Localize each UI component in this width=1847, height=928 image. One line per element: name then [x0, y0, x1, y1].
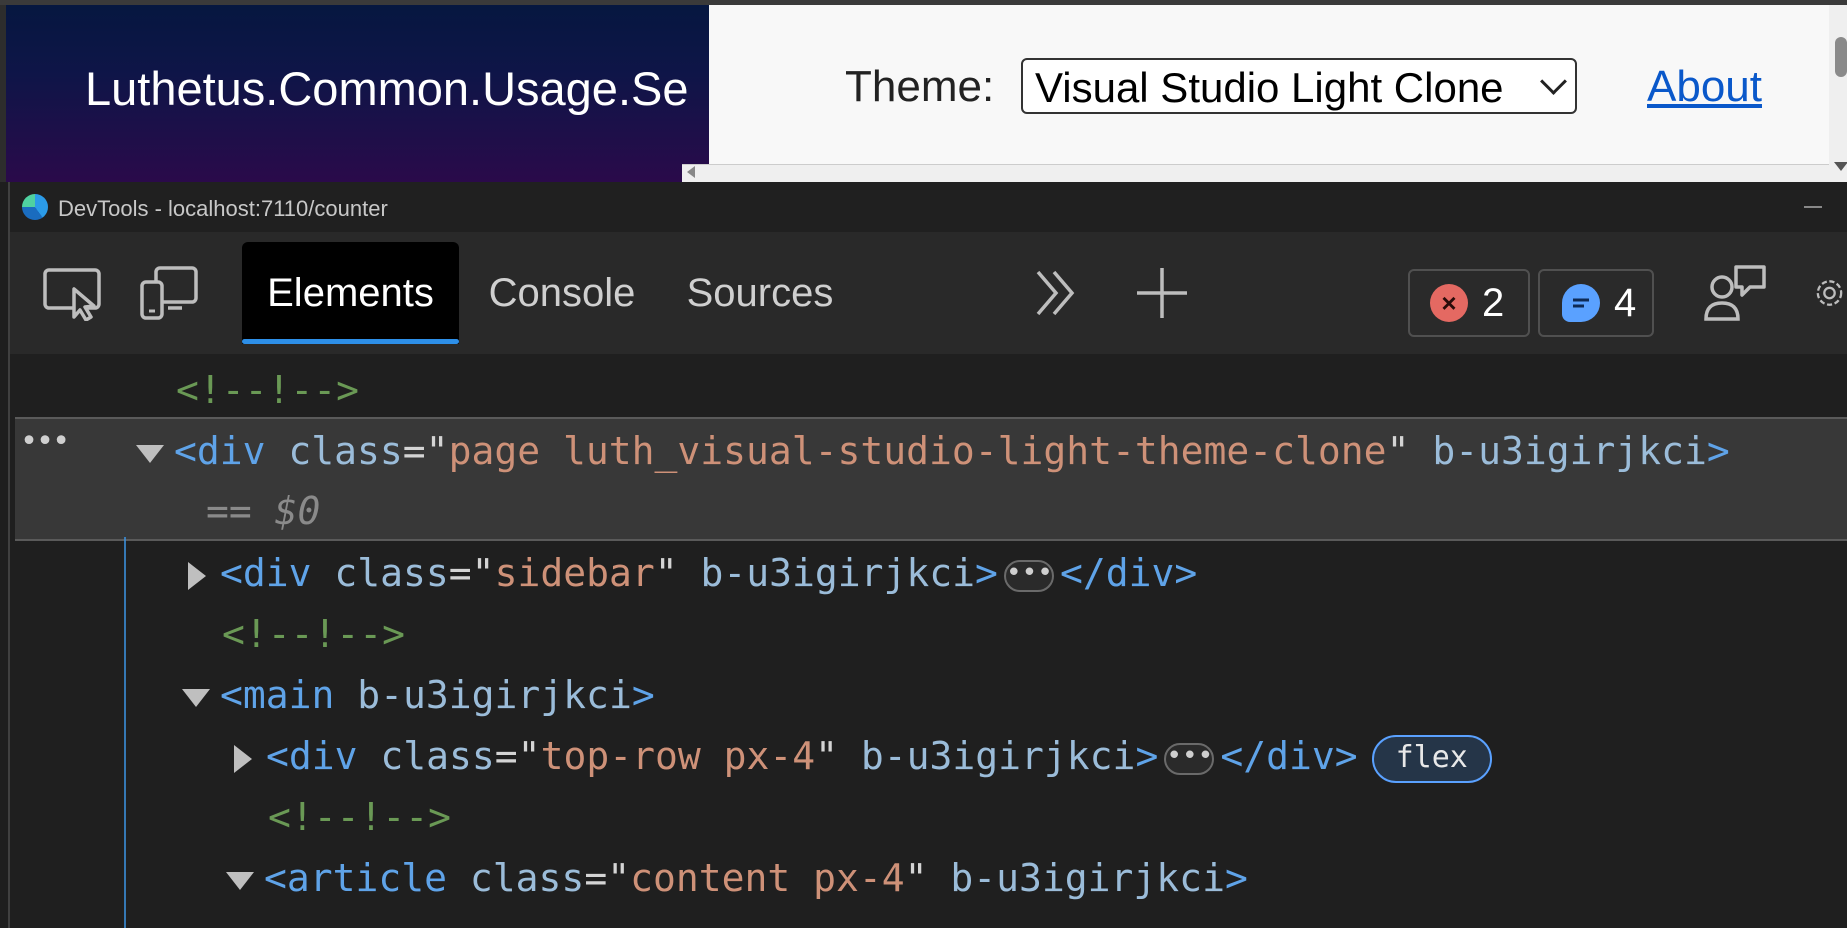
window-edge [0, 5, 6, 182]
comment-text: <!--!--> [268, 795, 452, 839]
attr-eq: =" [402, 429, 449, 473]
tab-console[interactable]: Console [472, 242, 652, 344]
collapse-arrow-icon[interactable] [136, 444, 164, 463]
more-options-icon[interactable]: ••• [20, 424, 70, 459]
attr-quote: " [654, 551, 678, 595]
tag-close-bracket: > [1135, 734, 1159, 778]
collapse-arrow-icon[interactable] [226, 871, 254, 890]
horizontal-scrollbar[interactable] [682, 164, 1829, 182]
scroll-left-arrow-icon[interactable] [687, 166, 695, 178]
tag-open: <div [266, 734, 358, 778]
expand-arrow-icon[interactable] [234, 744, 252, 773]
devtools-toolbar: Elements Console Sources × 2 4 [10, 232, 1847, 354]
about-link[interactable]: About [1647, 62, 1762, 112]
device-emulation-button[interactable] [134, 232, 204, 354]
tag-open: <main [220, 673, 335, 717]
attr-quote: " [904, 856, 928, 900]
tag-close: </div> [1220, 734, 1358, 778]
feedback-button[interactable] [1700, 232, 1770, 354]
more-tabs-button[interactable] [1026, 232, 1086, 354]
scrollbar-thumb[interactable] [1835, 37, 1847, 77]
scroll-down-arrow-icon[interactable] [1834, 162, 1847, 171]
edge-logo-icon [22, 194, 48, 220]
comment-text: <!--!--> [176, 368, 360, 412]
tree-node-main[interactable]: <main b-u3igirjkci> [182, 665, 655, 725]
attr-quote: " [815, 734, 838, 778]
attr-value: top-row px-4 [540, 734, 816, 778]
tag-close-bracket: > [975, 551, 998, 595]
tree-guide-line [124, 537, 126, 928]
app-top-row: Theme: Visual Studio Light Clone About [709, 5, 1829, 165]
comment-text: <!--!--> [222, 612, 406, 656]
tree-node-sidebar-div[interactable]: <div class="sidebar" b-u3igirjkci> ••• </d… [188, 543, 1197, 603]
tag-close: </div> [1059, 551, 1198, 595]
flex-badge[interactable]: flex [1371, 734, 1492, 783]
scope-attr: b-u3igirjkci [700, 551, 976, 595]
elements-tree: ••• <!--!--> <div class="page luth_visua… [10, 354, 1847, 928]
attr-value: content px-4 [630, 856, 905, 900]
errors-count: 2 [1482, 280, 1505, 325]
error-x-icon: × [1430, 284, 1468, 322]
app-sidebar: Luthetus.Common.Usage.Se [0, 5, 709, 182]
collapsed-children-button[interactable]: ••• [1164, 742, 1215, 775]
expand-arrow-icon[interactable] [188, 561, 206, 590]
tree-node-top-row-div[interactable]: <div class="top-row px-4" b-u3igirjkci> •… [234, 726, 1492, 786]
scope-attr: b-u3igirjkci [860, 734, 1136, 778]
theme-select-value: Visual Studio Light Clone [1035, 64, 1504, 111]
attr-eq: =" [494, 734, 541, 778]
collapsed-children-button[interactable]: ••• [1003, 559, 1054, 592]
tree-node-comment[interactable]: <!--!--> [268, 787, 451, 847]
add-tab-button[interactable] [1132, 232, 1192, 354]
messages-badge[interactable]: 4 [1538, 269, 1654, 337]
tag-close-bracket: > [1224, 856, 1248, 900]
attr-name: class [334, 551, 449, 595]
collapse-arrow-icon[interactable] [182, 688, 210, 707]
tag-close-bracket: > [631, 673, 655, 717]
app-title: Luthetus.Common.Usage.Se [85, 62, 689, 115]
devtools-titlebar: DevTools - localhost:7110/counter [10, 182, 1847, 232]
attr-eq: =" [584, 856, 631, 900]
attr-quote: " [1386, 429, 1410, 473]
tree-node-page-div[interactable]: <div class="page luth_visual-studio-ligh… [136, 421, 1730, 481]
tree-node-article[interactable]: <article class="content px-4" b-u3igirjk… [226, 848, 1248, 908]
settings-button[interactable] [1810, 232, 1847, 354]
devtools-window: DevTools - localhost:7110/counter Elemen… [8, 182, 1847, 928]
tree-node-comment[interactable]: <!--!--> [176, 360, 359, 420]
theme-label: Theme: [845, 62, 995, 111]
scope-attr: b-u3igirjkci [1432, 429, 1707, 473]
feedback-icon [1704, 265, 1766, 321]
app-preview: Luthetus.Common.Usage.Se Theme: Visual S… [0, 0, 1847, 182]
tag-close-bracket: > [1706, 429, 1730, 473]
attr-name: class [380, 734, 495, 778]
tab-elements[interactable]: Elements [242, 242, 459, 344]
tab-sources[interactable]: Sources [670, 242, 850, 344]
plus-icon [1137, 268, 1187, 318]
attr-value: page luth_visual-studio-light-theme-clon… [448, 429, 1387, 473]
attr-name: class [469, 856, 585, 900]
messages-count: 4 [1614, 280, 1637, 325]
tag-open: <article [264, 856, 448, 900]
scope-attr: b-u3igirjkci [357, 673, 632, 717]
chevron-double-right-icon [1036, 270, 1075, 316]
attr-name: class [288, 429, 403, 473]
scope-attr: b-u3igirjkci [950, 856, 1225, 900]
errors-badge[interactable]: × 2 [1408, 269, 1530, 337]
gear-icon [1816, 280, 1843, 306]
tag-open: <div [220, 551, 312, 595]
attr-eq: =" [448, 551, 495, 595]
message-bubble-icon [1562, 284, 1600, 322]
device-emulation-icon [140, 266, 198, 320]
theme-select[interactable]: Visual Studio Light Clone [1021, 58, 1577, 114]
inspect-element-button[interactable] [38, 232, 108, 354]
chevron-down-icon [1540, 68, 1567, 95]
vertical-scrollbar[interactable] [1829, 5, 1847, 182]
tree-node-comment[interactable]: <!--!--> [222, 604, 405, 664]
selected-marker: == $0 [206, 481, 320, 541]
attr-value: sidebar [494, 551, 655, 595]
minimize-icon[interactable] [1804, 206, 1822, 208]
devtools-window-title: DevTools - localhost:7110/counter [58, 196, 388, 221]
tag-open: <div [174, 429, 266, 473]
inspect-element-icon [43, 268, 101, 321]
dollar-zero-text: == $0 [206, 489, 321, 533]
